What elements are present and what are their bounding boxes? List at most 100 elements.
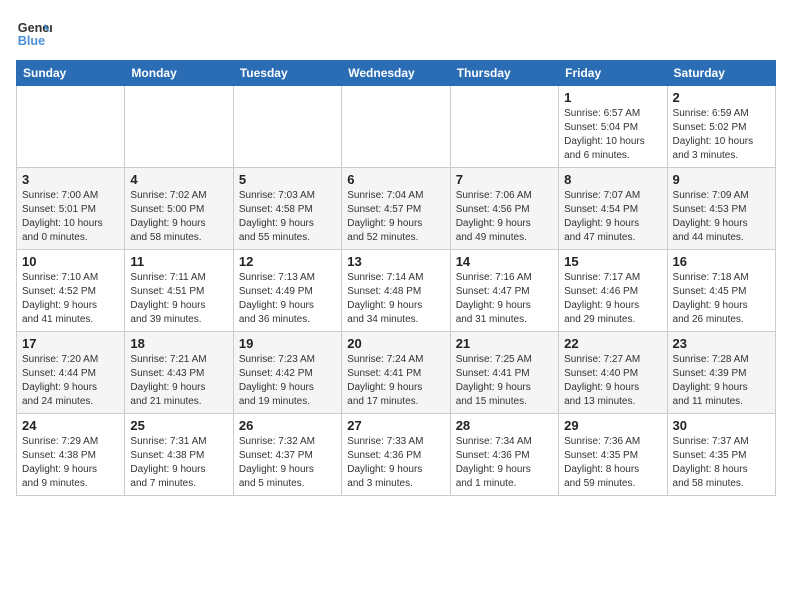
calendar-cell: 12 Sunrise: 7:13 AM Sunset: 4:49 PM Dayli… (233, 250, 341, 332)
day-number: 26 (239, 418, 336, 433)
calendar-cell: 29 Sunrise: 7:36 AM Sunset: 4:35 PM Dayli… (559, 414, 667, 496)
calendar-cell: 3 Sunrise: 7:00 AM Sunset: 5:01 PM Daylig… (17, 168, 125, 250)
calendar-cell (233, 86, 341, 168)
day-info: Sunrise: 6:57 AM Sunset: 5:04 PM Dayligh… (564, 107, 661, 163)
calendar-cell: 2Sunrise: 6:59 AM Sunset: 5:02 PM Daylig… (667, 86, 775, 168)
weekday-sunday: Sunday (17, 61, 125, 86)
day-number: 15 (564, 254, 661, 269)
day-number: 17 (22, 336, 119, 351)
calendar-cell: 25 Sunrise: 7:31 AM Sunset: 4:38 PM Dayli… (125, 414, 233, 496)
day-number: 1 (564, 90, 661, 105)
calendar-cell: 8Sunrise: 7:07 AM Sunset: 4:54 PM Daylig… (559, 168, 667, 250)
logo-icon: General Blue (16, 16, 52, 52)
calendar-cell: 27 Sunrise: 7:33 AM Sunset: 4:36 PM Dayli… (342, 414, 450, 496)
calendar-cell: 10Sunrise: 7:10 AM Sunset: 4:52 PM Dayli… (17, 250, 125, 332)
calendar-week-5: 24 Sunrise: 7:29 AM Sunset: 4:38 PM Dayli… (17, 414, 776, 496)
day-info: Sunrise: 7:09 AM Sunset: 4:53 PM Dayligh… (673, 189, 770, 245)
day-number: 11 (130, 254, 227, 269)
day-number: 13 (347, 254, 444, 269)
calendar-cell: 9 Sunrise: 7:09 AM Sunset: 4:53 PM Daylig… (667, 168, 775, 250)
weekday-monday: Monday (125, 61, 233, 86)
day-info: Sunrise: 7:18 AM Sunset: 4:45 PM Dayligh… (673, 271, 770, 327)
weekday-tuesday: Tuesday (233, 61, 341, 86)
calendar-week-1: 1 Sunrise: 6:57 AM Sunset: 5:04 PM Daylig… (17, 86, 776, 168)
calendar-week-3: 10Sunrise: 7:10 AM Sunset: 4:52 PM Dayli… (17, 250, 776, 332)
day-info: Sunrise: 7:02 AM Sunset: 5:00 PM Dayligh… (130, 189, 227, 245)
calendar-cell (450, 86, 558, 168)
day-number: 23 (673, 336, 770, 351)
day-info: Sunrise: 7:10 AM Sunset: 4:52 PM Dayligh… (22, 271, 119, 327)
day-info: Sunrise: 7:17 AM Sunset: 4:46 PM Dayligh… (564, 271, 661, 327)
day-number: 20 (347, 336, 444, 351)
day-number: 16 (673, 254, 770, 269)
day-info: Sunrise: 7:33 AM Sunset: 4:36 PM Dayligh… (347, 435, 444, 491)
day-info: Sunrise: 7:21 AM Sunset: 4:43 PM Dayligh… (130, 353, 227, 409)
calendar-cell (125, 86, 233, 168)
calendar-cell: 14 Sunrise: 7:16 AM Sunset: 4:47 PM Dayli… (450, 250, 558, 332)
weekday-saturday: Saturday (667, 61, 775, 86)
day-info: Sunrise: 6:59 AM Sunset: 5:02 PM Dayligh… (673, 107, 770, 163)
day-info: Sunrise: 7:13 AM Sunset: 4:49 PM Dayligh… (239, 271, 336, 327)
day-number: 19 (239, 336, 336, 351)
day-info: Sunrise: 7:14 AM Sunset: 4:48 PM Dayligh… (347, 271, 444, 327)
calendar-cell: 26 Sunrise: 7:32 AM Sunset: 4:37 PM Dayli… (233, 414, 341, 496)
calendar-cell: 22 Sunrise: 7:27 AM Sunset: 4:40 PM Dayli… (559, 332, 667, 414)
calendar-cell (17, 86, 125, 168)
day-number: 3 (22, 172, 119, 187)
day-info: Sunrise: 7:11 AM Sunset: 4:51 PM Dayligh… (130, 271, 227, 327)
day-info: Sunrise: 7:25 AM Sunset: 4:41 PM Dayligh… (456, 353, 553, 409)
calendar-cell: 15 Sunrise: 7:17 AM Sunset: 4:46 PM Dayli… (559, 250, 667, 332)
calendar-week-2: 3 Sunrise: 7:00 AM Sunset: 5:01 PM Daylig… (17, 168, 776, 250)
day-info: Sunrise: 7:04 AM Sunset: 4:57 PM Dayligh… (347, 189, 444, 245)
day-number: 12 (239, 254, 336, 269)
day-number: 27 (347, 418, 444, 433)
day-info: Sunrise: 7:16 AM Sunset: 4:47 PM Dayligh… (456, 271, 553, 327)
day-number: 5 (239, 172, 336, 187)
day-info: Sunrise: 7:23 AM Sunset: 4:42 PM Dayligh… (239, 353, 336, 409)
calendar-cell: 20 Sunrise: 7:24 AM Sunset: 4:41 PM Dayli… (342, 332, 450, 414)
day-number: 14 (456, 254, 553, 269)
calendar-cell: 24 Sunrise: 7:29 AM Sunset: 4:38 PM Dayli… (17, 414, 125, 496)
day-info: Sunrise: 7:24 AM Sunset: 4:41 PM Dayligh… (347, 353, 444, 409)
calendar-cell: 28Sunrise: 7:34 AM Sunset: 4:36 PM Dayli… (450, 414, 558, 496)
day-info: Sunrise: 7:27 AM Sunset: 4:40 PM Dayligh… (564, 353, 661, 409)
calendar-cell: 19 Sunrise: 7:23 AM Sunset: 4:42 PM Dayli… (233, 332, 341, 414)
day-number: 18 (130, 336, 227, 351)
day-number: 21 (456, 336, 553, 351)
day-info: Sunrise: 7:36 AM Sunset: 4:35 PM Dayligh… (564, 435, 661, 491)
day-info: Sunrise: 7:20 AM Sunset: 4:44 PM Dayligh… (22, 353, 119, 409)
calendar-cell: 7Sunrise: 7:06 AM Sunset: 4:56 PM Daylig… (450, 168, 558, 250)
svg-text:Blue: Blue (18, 34, 45, 48)
calendar-cell (342, 86, 450, 168)
day-info: Sunrise: 7:34 AM Sunset: 4:36 PM Dayligh… (456, 435, 553, 491)
calendar-cell: 5Sunrise: 7:03 AM Sunset: 4:58 PM Daylig… (233, 168, 341, 250)
day-number: 22 (564, 336, 661, 351)
calendar-cell: 18 Sunrise: 7:21 AM Sunset: 4:43 PM Dayli… (125, 332, 233, 414)
calendar-cell: 13 Sunrise: 7:14 AM Sunset: 4:48 PM Dayli… (342, 250, 450, 332)
weekday-thursday: Thursday (450, 61, 558, 86)
day-info: Sunrise: 7:00 AM Sunset: 5:01 PM Dayligh… (22, 189, 119, 245)
calendar-cell: 6 Sunrise: 7:04 AM Sunset: 4:57 PM Daylig… (342, 168, 450, 250)
day-info: Sunrise: 7:32 AM Sunset: 4:37 PM Dayligh… (239, 435, 336, 491)
header: General Blue (16, 16, 776, 52)
calendar-cell: 21 Sunrise: 7:25 AM Sunset: 4:41 PM Dayli… (450, 332, 558, 414)
day-number: 9 (673, 172, 770, 187)
logo: General Blue (16, 16, 52, 52)
day-number: 30 (673, 418, 770, 433)
day-number: 24 (22, 418, 119, 433)
calendar-body: 1 Sunrise: 6:57 AM Sunset: 5:04 PM Daylig… (17, 86, 776, 496)
calendar-cell: 11 Sunrise: 7:11 AM Sunset: 4:51 PM Dayli… (125, 250, 233, 332)
day-info: Sunrise: 7:31 AM Sunset: 4:38 PM Dayligh… (130, 435, 227, 491)
weekday-friday: Friday (559, 61, 667, 86)
day-number: 25 (130, 418, 227, 433)
calendar-cell: 30Sunrise: 7:37 AM Sunset: 4:35 PM Dayli… (667, 414, 775, 496)
day-info: Sunrise: 7:29 AM Sunset: 4:38 PM Dayligh… (22, 435, 119, 491)
weekday-header-row: SundayMondayTuesdayWednesdayThursdayFrid… (17, 61, 776, 86)
day-number: 29 (564, 418, 661, 433)
calendar-cell: 23Sunrise: 7:28 AM Sunset: 4:39 PM Dayli… (667, 332, 775, 414)
calendar-table: SundayMondayTuesdayWednesdayThursdayFrid… (16, 60, 776, 496)
day-number: 6 (347, 172, 444, 187)
calendar-cell: 17 Sunrise: 7:20 AM Sunset: 4:44 PM Dayli… (17, 332, 125, 414)
day-info: Sunrise: 7:07 AM Sunset: 4:54 PM Dayligh… (564, 189, 661, 245)
calendar-cell: 1 Sunrise: 6:57 AM Sunset: 5:04 PM Daylig… (559, 86, 667, 168)
